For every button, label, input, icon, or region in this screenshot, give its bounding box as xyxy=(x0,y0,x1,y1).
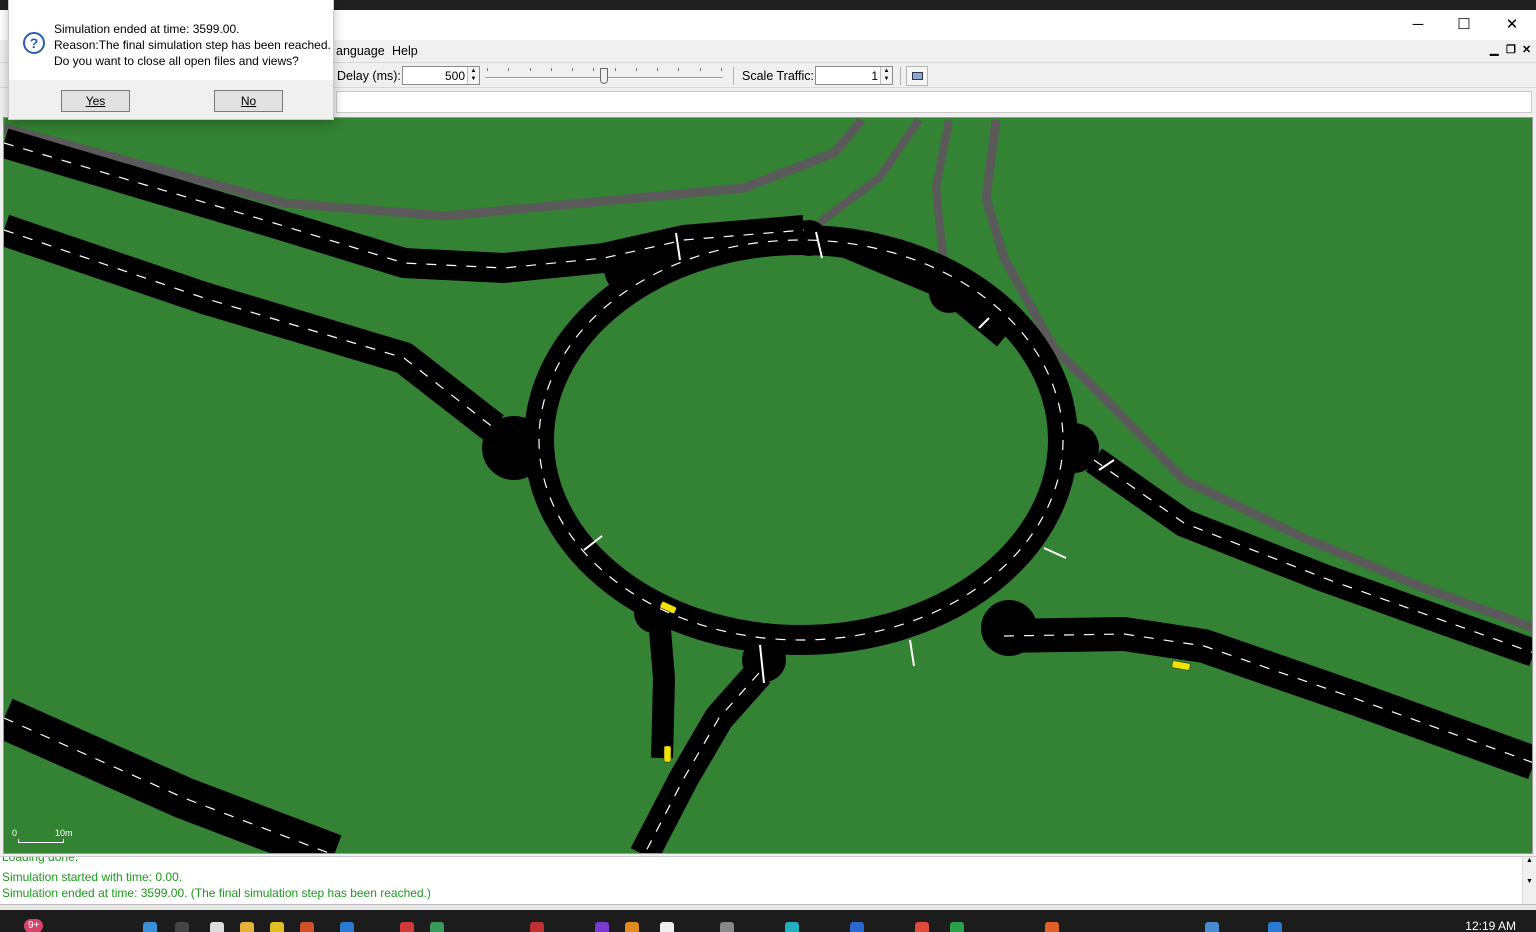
view-toolbar-field xyxy=(336,91,1532,113)
mdi-restore-button[interactable]: ❐ xyxy=(1506,43,1516,56)
sumo-app-icon[interactable] xyxy=(270,922,284,932)
app-icon[interactable] xyxy=(300,922,314,932)
junction-se xyxy=(981,600,1037,656)
delay-label: Delay (ms): xyxy=(337,69,401,83)
delay-spinner[interactable]: 500 ▲ ▼ xyxy=(402,66,480,85)
network-view[interactable]: 0 10m xyxy=(3,117,1533,854)
menu-language[interactable]: anguage xyxy=(336,44,385,58)
slider-tick xyxy=(614,68,616,71)
log-scrollbar[interactable]: ▲ ▼ xyxy=(1522,857,1536,904)
task-view-icon[interactable] xyxy=(210,922,224,932)
mdi-minimize-button[interactable]: ▁ xyxy=(1490,43,1498,56)
scale-spinner-arrows[interactable]: ▲ ▼ xyxy=(880,67,892,84)
stop-line xyxy=(1043,547,1067,559)
yes-button[interactable]: Yes xyxy=(61,90,130,112)
scale-end-label: 10m xyxy=(55,828,73,838)
mdi-close-button[interactable]: ✕ xyxy=(1522,43,1531,56)
dialog-body: ? Simulation ended at time: 3599.00. Rea… xyxy=(9,0,333,80)
window-minimize-button[interactable]: ─ xyxy=(1395,14,1441,36)
app-icon[interactable] xyxy=(1045,922,1059,932)
notification-badge[interactable]: 9+ xyxy=(24,919,44,932)
dialog-message-line: Do you want to close all open files and … xyxy=(54,54,299,68)
roundabout-ring xyxy=(524,225,1078,655)
dialog-message-line: Reason:The final simulation step has bee… xyxy=(54,38,331,52)
slider-tick xyxy=(699,68,701,71)
log-line: Simulation ended at time: 3599.00. (The … xyxy=(2,886,431,900)
tray-icon[interactable] xyxy=(1205,922,1219,932)
road-south-1 xyxy=(648,617,675,759)
sidewalk-ne-1 xyxy=(816,118,923,227)
app-icon[interactable] xyxy=(340,922,354,932)
tray-icon[interactable] xyxy=(1268,922,1282,932)
dialog-message-line: Simulation ended at time: 3599.00. xyxy=(54,22,240,36)
junction-ne xyxy=(929,273,969,313)
delay-slider[interactable] xyxy=(483,66,725,86)
scale-traffic-value: 1 xyxy=(871,69,878,83)
road-network xyxy=(4,118,1532,853)
app-icon[interactable] xyxy=(950,922,964,932)
yes-button-label: Yes xyxy=(85,94,106,108)
app-icon[interactable] xyxy=(720,922,734,932)
question-icon: ? xyxy=(23,32,45,54)
folder-icon xyxy=(912,72,923,80)
slider-tick xyxy=(487,68,488,71)
no-button-label: No xyxy=(240,94,257,108)
open-view-button[interactable] xyxy=(906,66,928,86)
slider-tick xyxy=(657,68,659,71)
window-close-button[interactable]: ✕ xyxy=(1489,14,1535,36)
log-line: Loading done. xyxy=(2,856,79,864)
scale-traffic-label: Scale Traffic: xyxy=(742,69,815,83)
junction-w xyxy=(482,416,546,480)
app-icon[interactable] xyxy=(850,922,864,932)
app-icon[interactable] xyxy=(530,922,544,932)
app-icon[interactable] xyxy=(660,922,674,932)
log-line: Simulation started with time: 0.00. xyxy=(2,870,183,884)
app-icon[interactable] xyxy=(595,922,609,932)
slider-tick xyxy=(678,68,680,71)
app-icon[interactable] xyxy=(915,922,929,932)
search-icon[interactable] xyxy=(175,922,189,932)
scale-bar: 0 10m xyxy=(12,828,73,850)
junction-e xyxy=(1049,423,1099,473)
slider-tick xyxy=(529,68,531,71)
scale-line xyxy=(18,839,64,843)
vehicle xyxy=(1171,660,1191,671)
taskbar: 9+ 12:19 AM xyxy=(0,910,1536,932)
window-maximize-button[interactable]: ☐ xyxy=(1441,14,1487,36)
vehicle xyxy=(663,745,672,763)
app-icon[interactable] xyxy=(625,922,639,932)
toolbar-separator xyxy=(733,67,734,85)
junction-n xyxy=(791,220,827,256)
app-icon[interactable] xyxy=(785,922,799,932)
stop-line xyxy=(909,639,915,667)
road-east-lower xyxy=(1003,617,1532,779)
slider-tick xyxy=(508,68,510,71)
start-icon[interactable] xyxy=(143,922,157,932)
scale-traffic-spinner[interactable]: 1 ▲ ▼ xyxy=(815,66,893,85)
simulation-ended-dialog: ? Simulation ended at time: 3599.00. Rea… xyxy=(8,0,334,120)
sidewalk-ne-2 xyxy=(932,119,953,269)
slider-tick xyxy=(721,68,722,71)
file-explorer-icon[interactable] xyxy=(240,922,254,932)
sumo-gui-window: ─ ☐ ✕ anguage Help ▁ ❐ ✕ Delay (ms): 500… xyxy=(0,10,1536,910)
slider-tick xyxy=(550,68,552,71)
junctions xyxy=(482,220,1099,682)
taskbar-clock[interactable]: 12:19 AM xyxy=(1465,919,1516,932)
no-button[interactable]: No xyxy=(214,90,283,112)
slider-tick xyxy=(635,68,637,71)
delay-slider-thumb[interactable] xyxy=(600,68,608,84)
message-log: Loading done. Simulation started with ti… xyxy=(0,856,1536,904)
scale-start-label: 0 xyxy=(12,828,18,838)
junction-nw xyxy=(604,238,664,298)
delay-value: 500 xyxy=(444,69,465,83)
toolbar-separator xyxy=(900,67,901,85)
delay-spinner-arrows[interactable]: ▲ ▼ xyxy=(467,67,479,84)
slider-tick xyxy=(572,68,574,71)
app-icon[interactable] xyxy=(430,922,444,932)
menu-help[interactable]: Help xyxy=(392,44,418,58)
app-icon[interactable] xyxy=(400,922,414,932)
slider-tick xyxy=(593,68,595,71)
junction-sw xyxy=(634,593,674,633)
